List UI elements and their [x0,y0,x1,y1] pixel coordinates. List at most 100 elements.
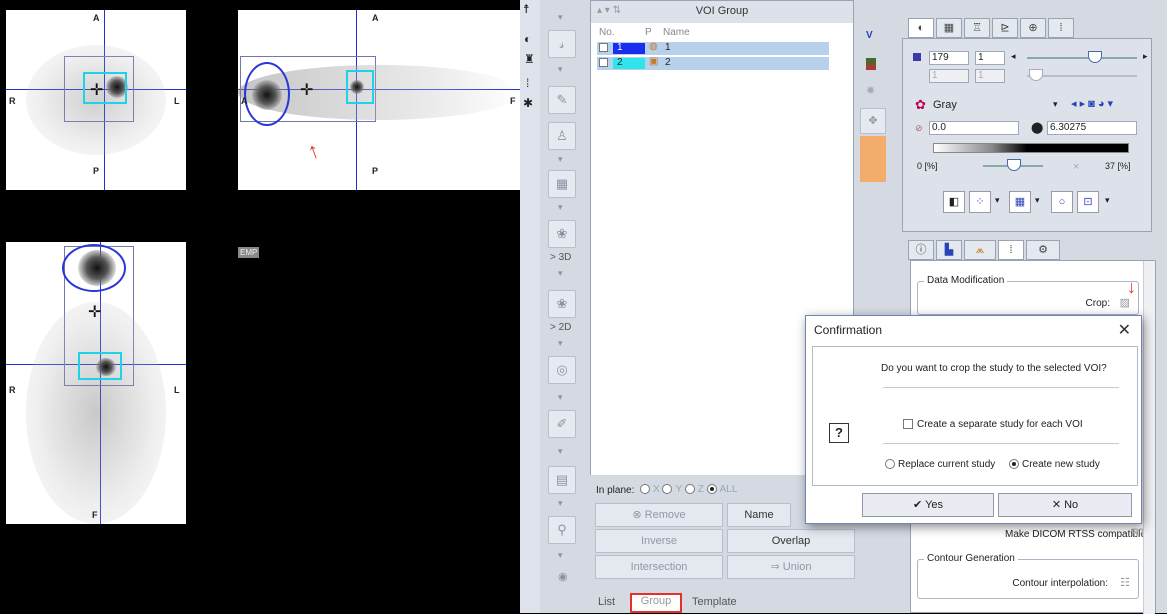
axial-view[interactable]: ✛ A P R L [6,10,186,190]
min-value-field[interactable]: 0.0 [929,121,1019,135]
grid-button[interactable]: ▦ [1009,191,1031,213]
tab-fusion[interactable]: ♖ [964,18,990,38]
replace-study-option[interactable]: Replace current study [885,459,995,470]
union-button[interactable]: ⇒ Union [727,555,855,579]
cube-tool-button[interactable]: ▦ [548,170,576,198]
second-field[interactable]: 1 [929,69,969,83]
colorbar-gradient[interactable] [933,143,1129,153]
circle-button[interactable]: ○ [1051,191,1073,213]
second-slider-thumb[interactable] [1029,69,1043,81]
tab-probe-lower[interactable]: ⁞ [998,240,1024,260]
dropdown-arrow-icon[interactable]: ▾ [558,392,563,403]
sort-arrows-icon[interactable]: ▴ ▾ ⇅ [597,1,621,21]
move-icon[interactable]: ✥ [860,108,886,134]
contour-icon[interactable]: ☷ [1120,576,1130,589]
dropdown-arrow-icon[interactable]: ▾ [558,12,563,23]
column-no[interactable]: No. [599,27,615,41]
tab-layout[interactable]: ▦ [936,18,962,38]
bucket-icon[interactable]: ♜ [524,52,535,66]
mode-button[interactable]: ⁘ [969,191,991,213]
voi-checkbox[interactable] [599,43,608,52]
brain-2d-button[interactable]: ❀ [548,290,576,318]
tab-list[interactable]: List [598,596,615,613]
voi-icon[interactable]: V [866,30,873,41]
second-slider[interactable] [1027,75,1137,77]
tab-chart[interactable]: ⊵ [992,18,1018,38]
close-icon[interactable]: ✕ [1118,320,1131,340]
separate-study-option[interactable]: Create a separate study for each VOI [903,419,1083,430]
tab-tools[interactable]: ⚙ [1026,240,1060,260]
ruler-icon[interactable]: ☨ [523,2,530,16]
mode-dropdown-icon[interactable]: ▾ [995,195,1000,206]
invert-button[interactable]: ◧ [943,191,965,213]
pen-tool-button[interactable]: ✎ [548,86,576,114]
spline-tool-button[interactable]: 𝓈 [548,30,576,58]
dropdown-arrow-icon[interactable]: ▾ [558,550,563,561]
colormap-tools-icon[interactable]: ◂ ▸ ◙ ◕ ▾ [1071,97,1113,110]
slice-slider-thumb[interactable] [1088,51,1102,63]
to-3d-label[interactable]: > 3D [550,252,571,263]
dropdown-arrow-icon[interactable]: ▾ [558,446,563,457]
fill-tool-button[interactable]: ♙ [548,122,576,150]
layers-tool-button[interactable]: ▤ [548,466,576,494]
column-p[interactable]: P [645,27,652,41]
new-study-radio[interactable] [1009,459,1019,470]
slider-right-arrow-icon[interactable]: ▸ [1143,51,1148,62]
column-name[interactable]: Name [663,27,690,41]
dropdown-arrow-icon[interactable]: ▾ [558,268,563,279]
dropdown-arrow-icon[interactable]: ▾ [558,338,563,349]
probe-icon[interactable]: ⁞ [526,76,529,90]
second-step-field[interactable]: 1 [975,69,1005,83]
grid-dropdown-icon[interactable]: ▾ [1035,195,1040,206]
vertical-scrollbar[interactable] [1143,261,1155,614]
inverse-button[interactable]: Inverse [595,529,723,553]
orange-tool-icon[interactable] [860,136,886,182]
voi-name[interactable]: 1 [665,42,671,53]
link-tool-button[interactable]: ⚲ [548,516,576,544]
voi-row[interactable]: 2 ▣ 2 [597,56,829,70]
remove-button[interactable]: ⊗ Remove [595,503,723,527]
slice-slider[interactable] [1027,57,1137,59]
name-button[interactable]: Name [727,503,791,527]
pointer-icon[interactable]: ✱ [523,96,533,110]
image-viewer[interactable]: ✛ A P R L ✛ ↑ A P A F ✛ F R L EMP [0,0,520,613]
new-study-option[interactable]: Create new study [1009,459,1100,470]
statistics-icon[interactable] [866,58,876,70]
tab-template[interactable]: Template [692,596,737,613]
tab-group[interactable]: Group [630,593,682,613]
close-small-icon[interactable]: × [1073,161,1079,173]
overlap-button[interactable]: Overlap [727,529,855,553]
brush-tool-button[interactable]: ✐ [548,410,576,438]
dropdown-arrow-icon[interactable]: ▾ [558,498,563,509]
lock-button[interactable]: ⊡ [1077,191,1099,213]
gear-small-icon[interactable]: ✸ [866,84,875,97]
tab-histogram[interactable]: ▙ [936,240,962,260]
tab-mask[interactable]: ⊕ [1020,18,1046,38]
dropdown-arrow-icon[interactable]: ▾ [558,154,563,165]
settings-small-icon[interactable]: ◉ [558,570,568,583]
sagittal-view[interactable]: ✛ ↑ A P A F [238,10,520,190]
yes-button[interactable]: ✔ Yes [862,493,994,517]
dropdown-arrow-icon[interactable]: ▾ [558,64,563,75]
contrast-icon[interactable]: ◐ [524,32,531,46]
slider-left-arrow-icon[interactable]: ◂ [1011,51,1016,62]
voi-row[interactable]: 1 ◍ 1 [597,41,829,55]
brain-3d-button[interactable]: ❀ [548,220,576,248]
dropdown-arrow-icon[interactable]: ▾ [558,202,563,213]
range-slider-thumb[interactable] [1007,159,1021,171]
intersection-button[interactable]: Intersection [595,555,723,579]
no-button[interactable]: ✕ No [998,493,1132,517]
slice-field[interactable]: 179 [929,51,969,65]
lock-dropdown-icon[interactable]: ▾ [1105,195,1110,206]
max-value-field[interactable]: 6.30275 [1047,121,1137,135]
separate-study-checkbox[interactable] [903,419,913,430]
tab-curves[interactable]: ⩕ [964,240,996,260]
replace-study-radio[interactable] [885,459,895,470]
voi-checkbox[interactable] [599,58,608,67]
colormap-dropdown-icon[interactable]: ▾ [1053,99,1058,110]
to-2d-label[interactable]: > 2D [550,322,571,333]
coronal-view[interactable]: ✛ F R L [6,242,186,524]
tab-contrast[interactable]: ◐ [908,18,934,38]
tab-probe[interactable]: ⁞ [1048,18,1074,38]
in-plane-options[interactable]: X Y Z ALL [640,484,737,495]
